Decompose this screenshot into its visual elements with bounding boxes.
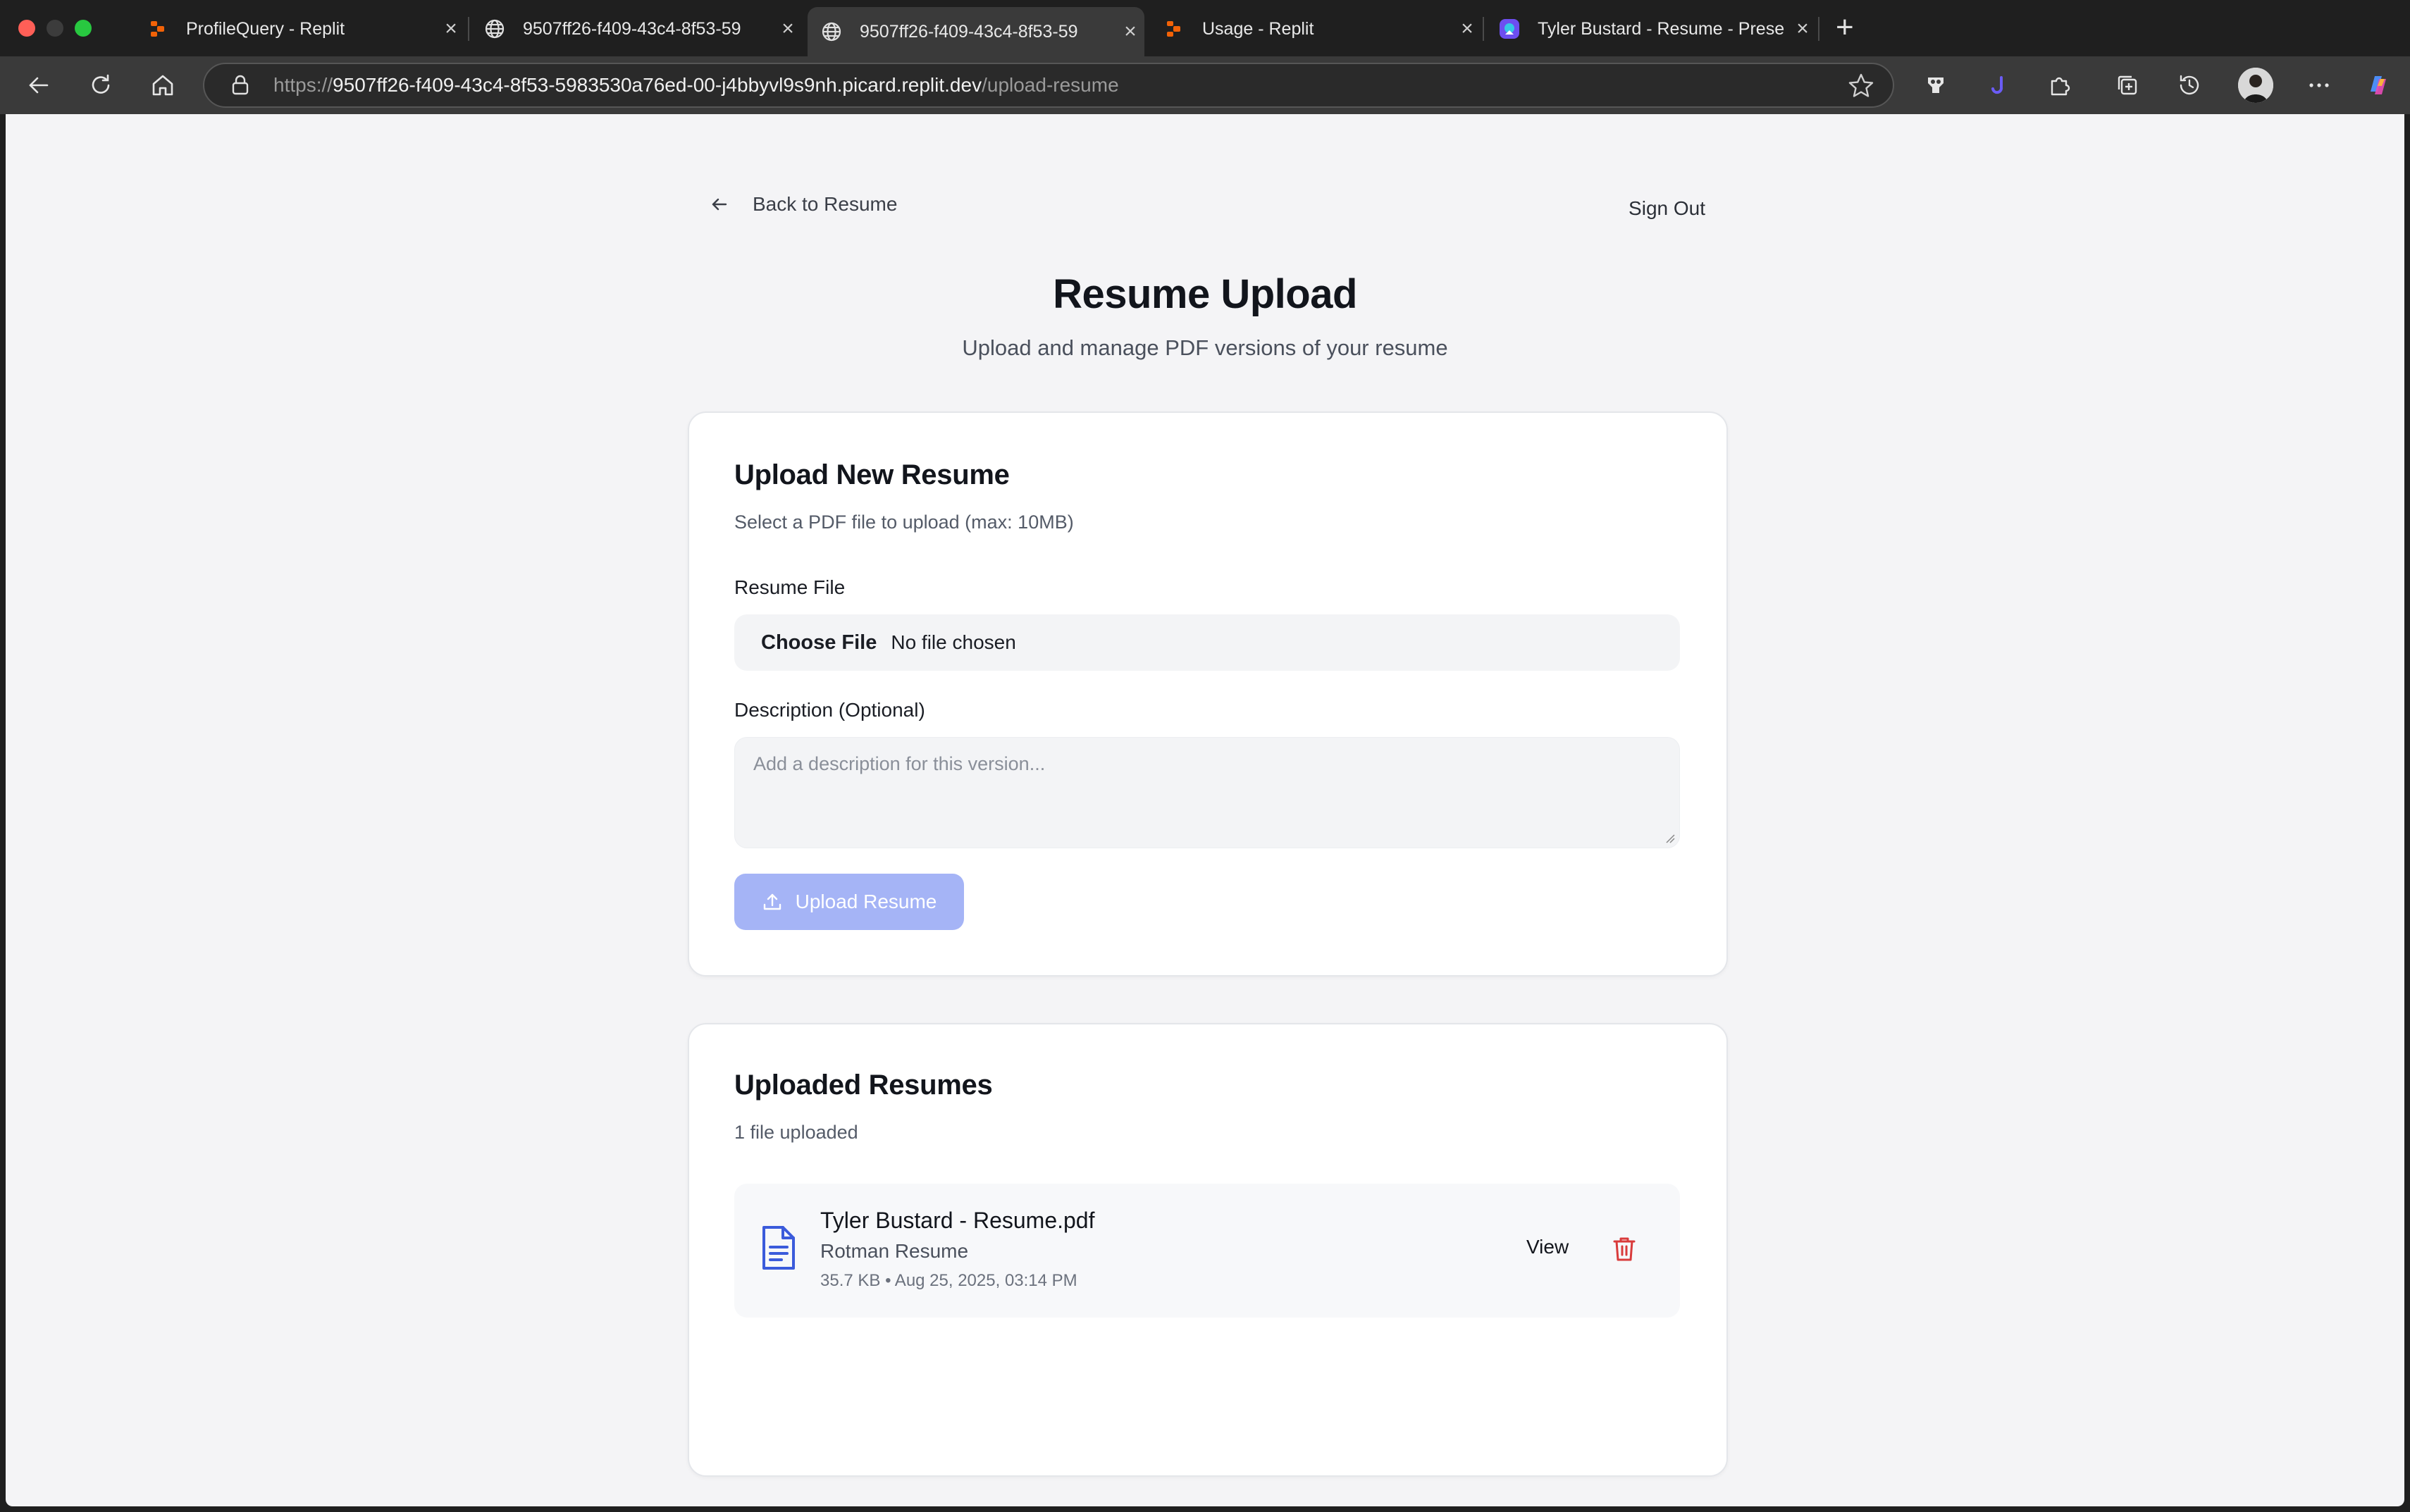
tab-title: 9507ff26-f409-43c4-8f53-59 — [860, 21, 1078, 42]
home-icon[interactable] — [147, 69, 179, 101]
window-close-button[interactable] — [18, 20, 35, 37]
tab-title: Usage - Replit — [1202, 18, 1314, 39]
window-zoom-button[interactable] — [75, 20, 92, 37]
description-placeholder: Add a description for this version... — [753, 753, 1046, 774]
copilot-icon[interactable] — [2362, 69, 2394, 101]
back-link-label: Back to Resume — [753, 193, 898, 215]
page-subtitle: Upload and manage PDF versions of your r… — [962, 335, 1448, 360]
extensions-puzzle-icon[interactable] — [2044, 69, 2076, 101]
browser-tab-bar: ProfileQuery - Replit × 9507ff26-f409-43… — [0, 0, 2410, 56]
browser-tab[interactable]: ProfileQuery - Replit × — [134, 7, 465, 51]
replit-icon — [147, 18, 169, 40]
upload-button-label: Upload Resume — [795, 891, 937, 912]
resume-file-label: Resume File — [734, 576, 846, 598]
choose-file-button[interactable]: Choose File — [761, 631, 877, 655]
upload-icon — [763, 893, 781, 910]
browser-tab[interactable]: Tyler Bustard - Resume - Prese × — [1485, 7, 1817, 51]
favorite-star-icon[interactable] — [1848, 73, 1874, 103]
address-bar[interactable]: https://9507ff26-f409-43c4-8f53-5983530a… — [203, 63, 1894, 108]
browser-tab[interactable]: Usage - Replit × — [1150, 7, 1481, 51]
upload-card-description: Select a PDF file to upload (max: 10MB) — [734, 512, 1074, 533]
tab-separator — [1483, 17, 1484, 41]
tab-close-icon[interactable]: × — [1788, 17, 1817, 41]
pdf-document-icon — [762, 1226, 795, 1270]
url-text: https://9507ff26-f409-43c4-8f53-5983530a… — [273, 74, 1119, 97]
lock-icon[interactable] — [228, 75, 252, 96]
delete-trash-icon[interactable] — [1612, 1236, 1636, 1263]
file-meta: 35.7 KB • Aug 25, 2025, 03:14 PM — [820, 1271, 1077, 1290]
new-tab-icon[interactable]: + — [1836, 10, 1854, 45]
url-prefix: https:// — [273, 74, 333, 96]
profile-avatar[interactable] — [2238, 68, 2273, 103]
browser-tab-active[interactable]: 9507ff26-f409-43c4-8f53-59 × — [808, 7, 1144, 56]
tab-title: Tyler Bustard - Resume - Prese — [1538, 18, 1785, 39]
tab-title: ProfileQuery - Replit — [186, 18, 345, 39]
tab-separator — [468, 17, 469, 41]
history-icon[interactable] — [2173, 69, 2206, 101]
canva-icon — [1498, 18, 1521, 40]
tab-close-icon[interactable]: × — [774, 17, 802, 41]
browser-tab[interactable]: 9507ff26-f409-43c4-8f53-59 × — [471, 7, 802, 51]
globe-icon — [820, 20, 843, 43]
uploaded-resumes-card: Uploaded Resumes 1 file uploaded Tyler B… — [688, 1023, 1728, 1477]
tab-close-icon[interactable]: × — [437, 17, 465, 41]
collections-icon[interactable] — [2111, 69, 2144, 101]
tab-close-icon[interactable]: × — [1453, 17, 1481, 41]
back-to-resume-link[interactable]: Back to Resume — [709, 193, 897, 216]
page-title: Resume Upload — [1053, 271, 1357, 317]
upload-card-title: Upload New Resume — [734, 459, 1010, 490]
back-arrow-icon[interactable] — [23, 69, 55, 101]
top-navigation: Back to Resume Sign Out — [709, 193, 1705, 228]
browser-toolbar: https://9507ff26-f409-43c4-8f53-5983530a… — [0, 56, 2410, 114]
url-host: 9507ff26-f409-43c4-8f53-5983530a76ed-00-… — [333, 74, 982, 96]
replit-icon — [1163, 18, 1185, 40]
view-file-button[interactable]: View — [1526, 1236, 1569, 1258]
globe-icon — [483, 18, 506, 40]
uploaded-count: 1 file uploaded — [734, 1122, 858, 1143]
description-textarea[interactable]: Add a description for this version... — [734, 737, 1680, 848]
url-path: /upload-resume — [982, 74, 1119, 96]
window-minimize-button[interactable] — [47, 20, 63, 37]
file-name: Tyler Bustard - Resume.pdf — [820, 1208, 1095, 1233]
file-list-item: Tyler Bustard - Resume.pdf Rotman Resume… — [734, 1184, 1680, 1318]
extension-j-icon[interactable] — [1982, 69, 2014, 101]
upload-resume-button[interactable]: Upload Resume — [734, 874, 964, 930]
more-options-icon[interactable] — [2303, 69, 2335, 101]
sign-out-button[interactable]: Sign Out — [1629, 197, 1705, 220]
tab-close-icon[interactable]: × — [1116, 20, 1144, 44]
description-label: Description (Optional) — [734, 699, 925, 721]
file-status-text: No file chosen — [891, 631, 1016, 653]
page-viewport: Back to Resume Sign Out Resume Upload Up… — [6, 114, 2404, 1506]
resume-file-input[interactable]: Choose File No file chosen — [734, 614, 1680, 671]
tab-title: 9507ff26-f409-43c4-8f53-59 — [523, 18, 741, 39]
tab-separator — [1818, 17, 1819, 41]
upload-card: Upload New Resume Select a PDF file to u… — [688, 411, 1728, 977]
reload-icon[interactable] — [85, 69, 117, 101]
extension-icon[interactable] — [1920, 69, 1952, 101]
file-description: Rotman Resume — [820, 1240, 969, 1262]
resize-grip-icon[interactable] — [1665, 834, 1675, 843]
uploaded-resumes-title: Uploaded Resumes — [734, 1070, 993, 1101]
arrow-left-icon — [712, 198, 727, 211]
